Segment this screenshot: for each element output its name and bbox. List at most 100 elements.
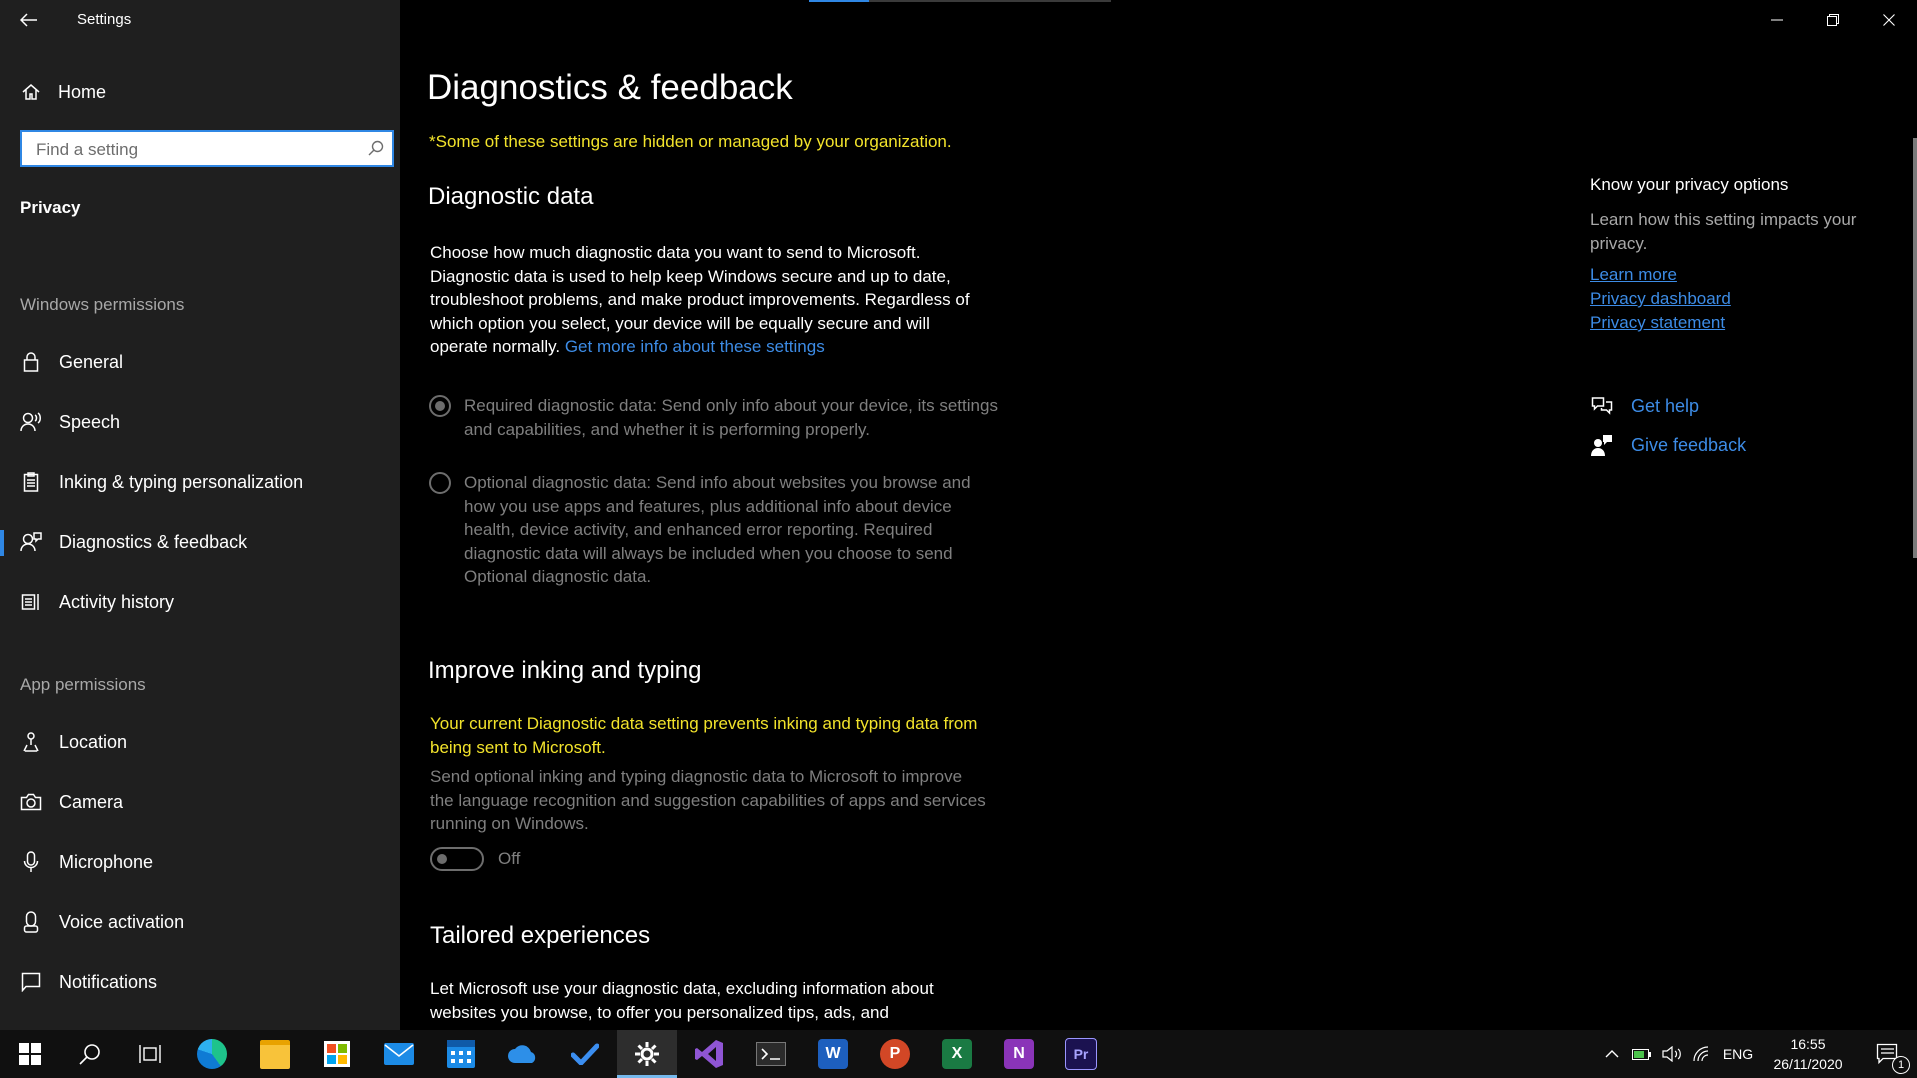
sidebar-item-label: Diagnostics & feedback [59, 531, 248, 552]
clock-time: 16:55 [1790, 1036, 1826, 1052]
mail-icon [384, 1043, 414, 1065]
sidebar-item-label: Microphone [59, 851, 154, 872]
taskbar-search-button[interactable] [60, 1030, 120, 1078]
learn-more-link[interactable]: Learn more [1590, 265, 1677, 285]
task-view-button[interactable] [120, 1030, 180, 1078]
taskbar-clock[interactable]: 16:55 26/11/2020 [1760, 1034, 1856, 1074]
action-center-button[interactable]: 1 [1868, 1030, 1910, 1078]
taskbar-terminal[interactable] [741, 1030, 801, 1078]
powerpoint-icon: P [880, 1039, 910, 1069]
back-arrow-icon [20, 13, 37, 27]
search-icon[interactable] [368, 140, 384, 161]
voice-icon [20, 911, 42, 933]
battery-icon [1632, 1049, 1651, 1060]
sidebar-item-label: Location [59, 731, 128, 752]
taskbar-onedrive[interactable] [493, 1030, 553, 1078]
sidebar-item-home[interactable]: Home [0, 72, 400, 112]
network-tray-button[interactable] [1688, 1030, 1716, 1078]
sidebar-item-camera[interactable]: Camera [0, 780, 400, 824]
search-box[interactable] [20, 130, 394, 167]
camera-icon [20, 791, 42, 813]
taskbar-powerpoint[interactable]: P [865, 1030, 925, 1078]
sidebar-item-label: Camera [59, 791, 124, 812]
privacy-dashboard-link[interactable]: Privacy dashboard [1590, 289, 1731, 309]
onenote-icon: N [1004, 1039, 1034, 1069]
sidebar-item-inking-typing[interactable]: Inking & typing personalization [0, 460, 400, 504]
calendar-icon [447, 1040, 475, 1068]
start-button[interactable] [0, 1030, 60, 1078]
taskbar-excel[interactable]: X [927, 1030, 987, 1078]
taskbar-edge-dev[interactable] [182, 1030, 242, 1078]
taskbar-todo[interactable] [555, 1030, 615, 1078]
sidebar-item-speech[interactable]: Speech [0, 400, 400, 444]
more-info-link[interactable]: Get more info about these settings [565, 337, 825, 356]
sidebar-item-notifications[interactable]: Notifications [0, 960, 400, 1004]
volume-tray-button[interactable] [1658, 1030, 1686, 1078]
taskbar-onenote[interactable]: N [989, 1030, 1049, 1078]
give-feedback-link[interactable]: Give feedback [1590, 433, 1746, 457]
scrollbar[interactable] [1913, 138, 1917, 558]
timeline-icon [20, 591, 42, 613]
inking-toggle-state: Off [498, 849, 521, 868]
location-icon [20, 731, 42, 753]
tailored-description: Let Microsoft use your diagnostic data, … [430, 979, 934, 1022]
improve-inking-heading: Improve inking and typing [428, 657, 702, 684]
taskbar-settings[interactable] [617, 1030, 677, 1078]
search-icon [79, 1044, 100, 1065]
word-icon: W [818, 1039, 848, 1069]
minimize-button[interactable] [1749, 0, 1805, 40]
inking-toggle-switch[interactable] [430, 847, 484, 871]
taskbar-store[interactable] [307, 1030, 367, 1078]
taskbar-word[interactable]: W [803, 1030, 863, 1078]
taskbar-premiere[interactable]: Pr [1051, 1030, 1111, 1078]
taskbar-calendar[interactable] [431, 1030, 491, 1078]
notification-icon [20, 971, 42, 993]
sidebar-item-general[interactable]: General [0, 340, 400, 384]
required-diagnostic-radio[interactable] [429, 395, 451, 417]
folder-icon [260, 1039, 290, 1069]
back-button[interactable] [14, 6, 44, 34]
visual-studio-icon [695, 1040, 723, 1068]
sidebar-item-microphone[interactable]: Microphone [0, 840, 400, 884]
sidebar: Settings Home Privacy Windows permission… [0, 0, 400, 1030]
taskbar-mail[interactable] [369, 1030, 429, 1078]
windows-logo-icon [19, 1043, 41, 1065]
excel-icon: X [942, 1039, 972, 1069]
taskbar-file-explorer[interactable] [245, 1030, 305, 1078]
premiere-icon: Pr [1065, 1038, 1097, 1070]
sidebar-item-voice-activation[interactable]: Voice activation [0, 900, 400, 944]
page-title: Diagnostics & feedback [427, 68, 793, 107]
show-hidden-icons-button[interactable] [1598, 1030, 1626, 1078]
sidebar-item-diagnostics-feedback[interactable]: Diagnostics & feedback [0, 520, 400, 564]
privacy-statement-link[interactable]: Privacy statement [1590, 313, 1725, 333]
sidebar-item-activity-history[interactable]: Activity history [0, 580, 400, 624]
title-bar: Settings [0, 0, 400, 40]
sidebar-item-label: Inking & typing personalization [59, 471, 304, 492]
restore-button[interactable] [1805, 0, 1861, 40]
close-button[interactable] [1861, 0, 1917, 40]
taskbar-visual-studio[interactable] [679, 1030, 739, 1078]
get-help-link[interactable]: Get help [1590, 394, 1699, 418]
clipboard-icon [20, 471, 42, 493]
home-icon [20, 81, 42, 103]
app-permissions-heading: App permissions [20, 675, 146, 694]
search-input[interactable] [34, 137, 348, 163]
chevron-up-icon [1605, 1050, 1619, 1058]
battery-tray-button[interactable] [1628, 1030, 1656, 1078]
chat-help-icon [1590, 394, 1614, 418]
edge-dev-icon [197, 1039, 227, 1069]
minimize-icon [1771, 19, 1783, 21]
optional-diagnostic-option[interactable]: Optional diagnostic data: Send info abou… [429, 471, 999, 589]
inking-toggle-row[interactable]: Off [430, 847, 520, 871]
required-diagnostic-option[interactable]: Required diagnostic data: Send only info… [429, 394, 999, 441]
optional-diagnostic-label: Optional diagnostic data: Send info abou… [464, 473, 971, 586]
sidebar-item-label: Notifications [59, 971, 158, 992]
language-indicator[interactable]: ENG [1718, 1030, 1758, 1078]
get-help-label: Get help [1631, 395, 1700, 416]
privacy-options-title: Know your privacy options [1590, 175, 1789, 194]
close-icon [1883, 14, 1895, 26]
sidebar-item-location[interactable]: Location [0, 720, 400, 764]
sidebar-item-label: Home [58, 81, 107, 102]
privacy-options-description: Learn how this setting impacts your priv… [1590, 210, 1857, 253]
optional-diagnostic-radio[interactable] [429, 472, 451, 494]
